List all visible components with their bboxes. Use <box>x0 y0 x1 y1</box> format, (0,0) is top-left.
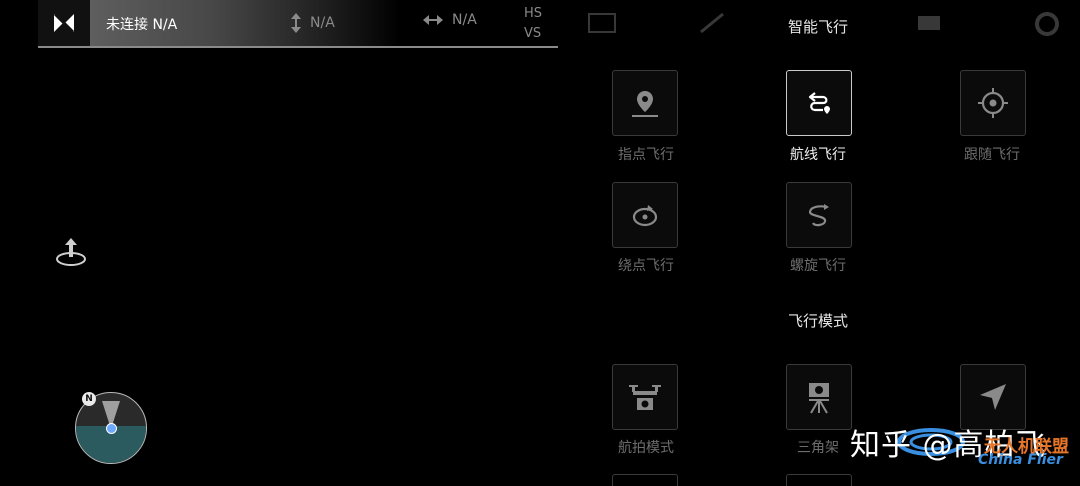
watermark-brand-en: China Flier <box>978 452 1063 468</box>
app-screen: 未连接 N/A N/A N/A HS VS N 智能飞行 指点飞行 航线飞行 跟… <box>0 0 1080 486</box>
follow-flight-button[interactable] <box>960 70 1026 136</box>
return-home-button[interactable] <box>54 235 88 271</box>
distance-value: N/A <box>452 12 477 28</box>
ghost-grid-icon <box>588 13 616 33</box>
ghost-settings-icon <box>1035 12 1059 36</box>
status-bar: 未连接 N/A N/A N/A HS VS <box>38 0 558 48</box>
aerial-drone-icon <box>629 385 661 410</box>
spiral-icon <box>808 204 829 227</box>
route-flight-button[interactable] <box>786 70 852 136</box>
horizontal-speed-label: HS <box>524 6 543 21</box>
partial-tile-center <box>786 474 852 486</box>
speed-readout: HS VS <box>524 4 542 44</box>
takeoff-icon <box>56 238 86 266</box>
partial-tile-left <box>612 474 678 486</box>
north-indicator: N <box>82 392 96 406</box>
app-logo[interactable] <box>38 0 90 46</box>
distance-arrow-icon <box>423 15 443 25</box>
spiral-flight-button[interactable] <box>786 182 852 248</box>
smart-flight-title: 智能飞行 <box>788 18 849 36</box>
follow-flight-label: 跟随飞行 <box>964 147 1020 163</box>
vertical-speed-label: VS <box>524 26 542 41</box>
orbit-flight-label: 绕点飞行 <box>618 258 674 274</box>
crosshair-icon <box>978 88 1008 118</box>
tripod-mode-button[interactable] <box>786 364 852 430</box>
route-flight-label: 航线飞行 <box>790 147 846 163</box>
altitude-value: N/A <box>310 15 335 31</box>
route-icon <box>808 92 830 114</box>
altitude-readout: N/A <box>290 12 335 34</box>
ghost-battery-icon <box>918 16 940 30</box>
aircraft-position-dot <box>106 423 117 434</box>
distance-readout: N/A <box>422 12 477 28</box>
ghost-signal-icon <box>700 12 724 34</box>
altitude-arrow-icon <box>291 13 301 33</box>
spiral-flight-label: 螺旋飞行 <box>790 258 846 274</box>
aerial-mode-label: 航拍模式 <box>618 440 674 456</box>
map-pin-icon <box>632 91 658 117</box>
waypoint-flight-button[interactable] <box>612 70 678 136</box>
tripod-icon <box>809 383 829 414</box>
orbit-icon <box>632 205 658 227</box>
aerial-mode-button[interactable] <box>612 364 678 430</box>
flight-mode-title: 飞行模式 <box>788 312 849 330</box>
app-logo-icon <box>53 12 75 34</box>
navigation-arrow-icon <box>980 384 1006 410</box>
connection-status: 未连接 N/A <box>106 17 178 33</box>
waypoint-flight-label: 指点飞行 <box>618 147 674 163</box>
orbit-flight-button[interactable] <box>612 182 678 248</box>
